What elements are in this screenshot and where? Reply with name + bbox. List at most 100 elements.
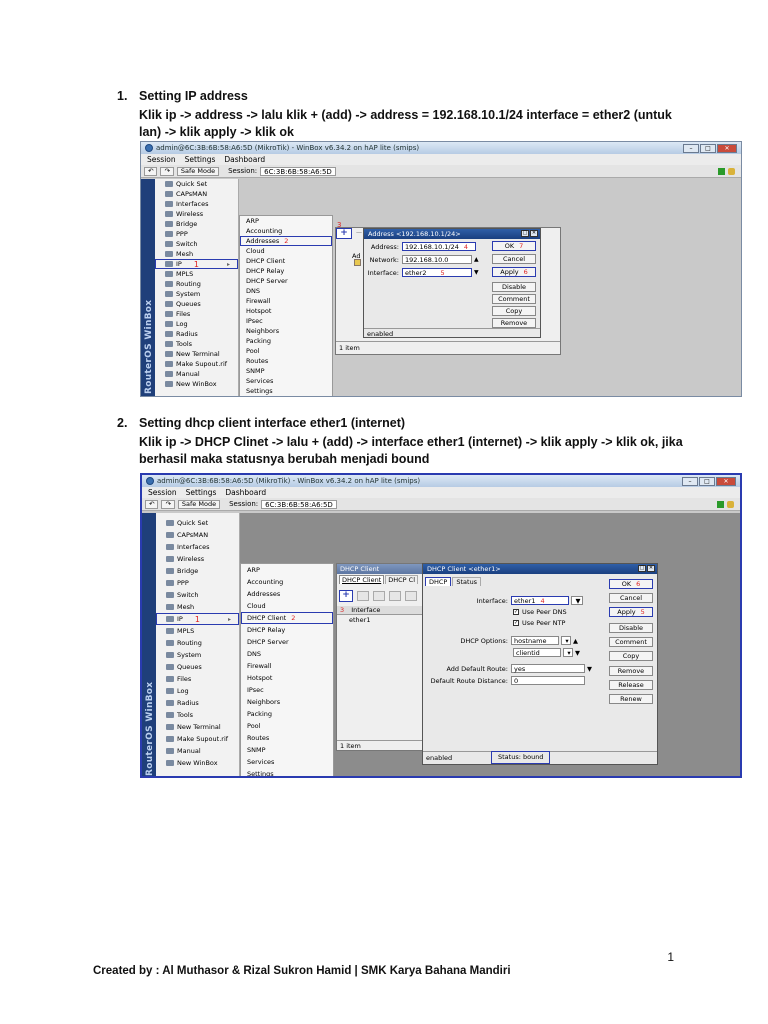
renew-button[interactable]: Renew xyxy=(609,694,653,704)
dialog-restore-icon[interactable]: □ xyxy=(638,565,646,572)
submenu-services[interactable]: Services xyxy=(241,756,333,768)
sidebar-item-capsman[interactable]: CAPsMAN xyxy=(155,189,238,199)
checkbox-checked-icon[interactable]: ✓ xyxy=(513,620,519,626)
maximize-icon[interactable]: □ xyxy=(699,476,715,486)
submenu-cloud[interactable]: Cloud xyxy=(240,246,332,256)
dropdown-arrow-icon[interactable]: ▲ xyxy=(474,256,479,263)
default-route-distance-field[interactable]: 0 xyxy=(511,676,585,685)
sidebar-item-new-winbox[interactable]: New WinBox xyxy=(155,379,238,389)
sidebar-item-queues[interactable]: Queues xyxy=(155,299,238,309)
sidebar-item-tools[interactable]: Tools xyxy=(155,339,238,349)
disable-button[interactable]: Disable xyxy=(609,623,653,633)
submenu-dhcp-relay[interactable]: DHCP Relay xyxy=(240,266,332,276)
sidebar-item-files[interactable]: Files xyxy=(156,673,239,685)
submenu-pool[interactable]: Pool xyxy=(241,720,333,732)
dialog-close-icon[interactable]: ✕ xyxy=(647,565,655,572)
release-button[interactable]: Release xyxy=(609,680,653,690)
sidebar-item-tools[interactable]: Tools xyxy=(156,709,239,721)
sidebar-item-log[interactable]: Log xyxy=(156,685,239,697)
ok-button[interactable]: OK 6 xyxy=(609,579,653,589)
sidebar-item-routing[interactable]: Routing xyxy=(156,637,239,649)
menu-settings[interactable]: Settings xyxy=(185,155,216,164)
submenu-dhcp-client[interactable]: DHCP Client xyxy=(240,256,332,266)
submenu-dhcp-server[interactable]: DHCP Server xyxy=(241,636,333,648)
sidebar-item-bridge[interactable]: Bridge xyxy=(156,565,239,577)
comment-icon[interactable] xyxy=(405,591,417,601)
sidebar-item-radius[interactable]: Radius xyxy=(156,697,239,709)
redo-icon[interactable]: ↷ xyxy=(161,499,175,509)
sidebar-item-system[interactable]: System xyxy=(156,649,239,661)
tab-dhcp-client[interactable]: DHCP Client xyxy=(339,575,385,584)
menu-session[interactable]: Session xyxy=(148,488,177,497)
sidebar-item-new-winbox[interactable]: New WinBox xyxy=(156,757,239,769)
submenu-neighbors[interactable]: Neighbors xyxy=(241,696,333,708)
submenu-arp[interactable]: ARP xyxy=(240,216,332,226)
submenu-dns[interactable]: DNS xyxy=(240,286,332,296)
sidebar-item-quick-set[interactable]: Quick Set xyxy=(155,179,238,189)
option-field-1[interactable]: hostname xyxy=(511,636,559,645)
dialog-close-icon[interactable]: ✕ xyxy=(530,230,538,237)
sidebar-item-mpls[interactable]: MPLS xyxy=(156,625,239,637)
comment-button[interactable]: Comment xyxy=(492,294,536,304)
submenu-dhcp-client[interactable]: DHCP Client 2 xyxy=(241,612,333,624)
submenu-ipsec[interactable]: IPsec xyxy=(240,316,332,326)
submenu-neighbors[interactable]: Neighbors xyxy=(240,326,332,336)
disable-icon[interactable] xyxy=(389,591,401,601)
dropdown-arrow-icon[interactable]: ▼ xyxy=(571,596,583,605)
sidebar-item-wireless[interactable]: Wireless xyxy=(155,209,238,219)
submenu-snmp[interactable]: SNMP xyxy=(241,744,333,756)
submenu-settings[interactable]: Settings xyxy=(240,386,332,396)
ok-button[interactable]: OK 7 xyxy=(492,241,536,251)
sidebar-item-wireless[interactable]: Wireless xyxy=(156,553,239,565)
enable-icon[interactable] xyxy=(373,591,385,601)
sidebar-item-queues[interactable]: Queues xyxy=(156,661,239,673)
menu-session[interactable]: Session xyxy=(147,155,176,164)
submenu-addresses[interactable]: Addresses xyxy=(241,588,333,600)
submenu-addresses[interactable]: Addresses 2 xyxy=(240,236,332,246)
sidebar-item-routing[interactable]: Routing xyxy=(155,279,238,289)
cancel-button[interactable]: Cancel xyxy=(609,593,653,603)
close-icon[interactable]: ✕ xyxy=(717,143,737,153)
menu-settings[interactable]: Settings xyxy=(186,488,217,497)
collapse-icon[interactable]: ▲ xyxy=(573,637,578,645)
sidebar-item-mesh[interactable]: Mesh xyxy=(156,601,239,613)
safe-mode-button[interactable]: Safe Mode xyxy=(177,499,221,509)
submenu-snmp[interactable]: SNMP xyxy=(240,366,332,376)
sidebar-item-bridge[interactable]: Bridge xyxy=(155,219,238,229)
submenu-pool[interactable]: Pool xyxy=(240,346,332,356)
sidebar-item-interfaces[interactable]: Interfaces xyxy=(156,541,239,553)
address-field[interactable]: 192.168.10.1/24 4 xyxy=(402,242,476,251)
submenu-accounting[interactable]: Accounting xyxy=(240,226,332,236)
sidebar-item-ppp[interactable]: PPP xyxy=(156,577,239,589)
sidebar-item-new-terminal[interactable]: New Terminal xyxy=(155,349,238,359)
tab-status[interactable]: Status xyxy=(452,577,482,586)
sidebar-item-mpls[interactable]: MPLS xyxy=(155,269,238,279)
dropdown-arrow-icon[interactable]: ▼ xyxy=(587,665,592,673)
minimize-icon[interactable]: – xyxy=(683,143,699,153)
tab-dhcp[interactable]: DHCP xyxy=(425,577,452,586)
copy-button[interactable]: Copy xyxy=(609,651,653,661)
submenu-ipsec[interactable]: IPsec xyxy=(241,684,333,696)
disable-button[interactable]: Disable xyxy=(492,282,536,292)
safe-mode-button[interactable]: Safe Mode xyxy=(176,166,220,176)
remove-icon[interactable] xyxy=(357,591,369,601)
sidebar-item-manual[interactable]: Manual xyxy=(155,369,238,379)
add-button[interactable]: + xyxy=(336,228,352,239)
dropdown-arrow-icon[interactable]: ▾ xyxy=(563,648,573,657)
interface-field[interactable]: ether2 5 xyxy=(402,268,472,277)
sidebar-item-switch[interactable]: Switch xyxy=(155,239,238,249)
sidebar-item-ip[interactable]: IP 1 ▸ xyxy=(155,259,238,269)
submenu-accounting[interactable]: Accounting xyxy=(241,576,333,588)
submenu-hotspot[interactable]: Hotspot xyxy=(241,672,333,684)
sidebar-item-make-supout[interactable]: Make Supout.rif xyxy=(156,733,239,745)
remove-icon[interactable]: — xyxy=(356,229,362,236)
tab-dhcp-client-options[interactable]: DHCP Cl xyxy=(385,575,419,584)
menu-dashboard[interactable]: Dashboard xyxy=(225,488,266,497)
dropdown-arrow-icon[interactable]: ▼ xyxy=(474,269,479,276)
remove-button[interactable]: Remove xyxy=(609,666,653,676)
sidebar-item-ppp[interactable]: PPP xyxy=(155,229,238,239)
add-button[interactable]: + xyxy=(339,590,353,602)
remove-button[interactable]: Remove xyxy=(492,318,536,328)
sidebar-item-manual[interactable]: Manual xyxy=(156,745,239,757)
submenu-dhcp-server[interactable]: DHCP Server xyxy=(240,276,332,286)
